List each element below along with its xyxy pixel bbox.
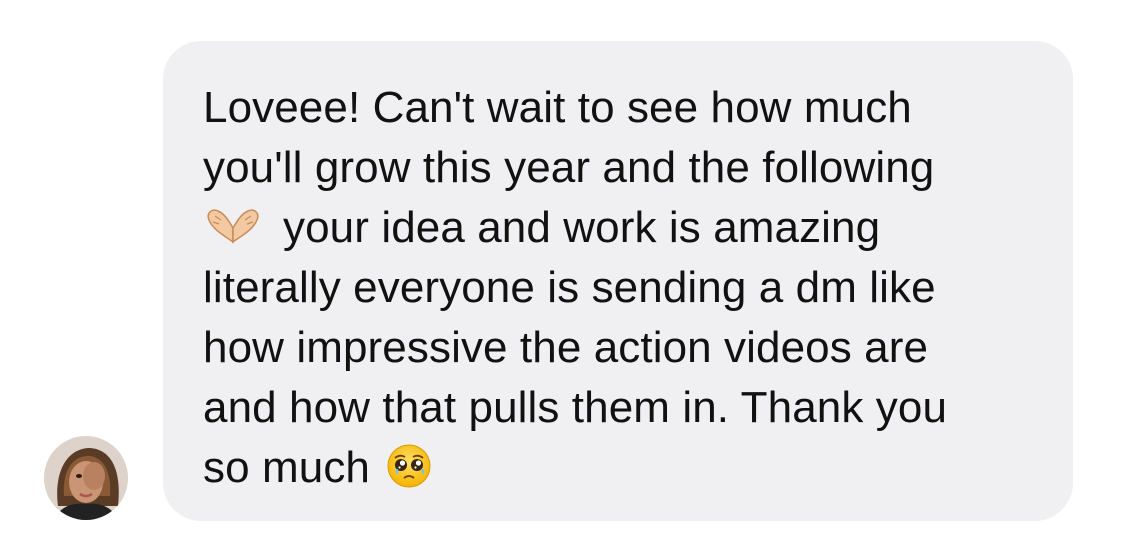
message-line: Loveee! Can't wait to see how much — [203, 83, 912, 132]
message-line: you'll grow this year and the following — [203, 143, 935, 192]
message-bubble[interactable]: Loveee! Can't wait to see how much you'l… — [163, 41, 1073, 521]
message-text: Loveee! Can't wait to see how much you'l… — [203, 78, 1043, 498]
message-line: how impressive the action videos are — [203, 323, 929, 372]
message-line: and how that pulls them in. Thank you — [203, 383, 948, 432]
avatar-photo-icon — [44, 436, 128, 520]
message-line-text: your idea and work is amazing — [283, 203, 881, 252]
message-line-text: so much — [203, 443, 370, 492]
message-line: literally everyone is sending a dm like — [203, 263, 936, 312]
message-line: your idea and work is amazing — [203, 198, 1043, 258]
sender-avatar[interactable] — [44, 436, 128, 520]
pleading-face-icon — [386, 443, 432, 489]
heart-hands-icon — [203, 206, 263, 246]
message-line: so much — [203, 438, 1043, 498]
